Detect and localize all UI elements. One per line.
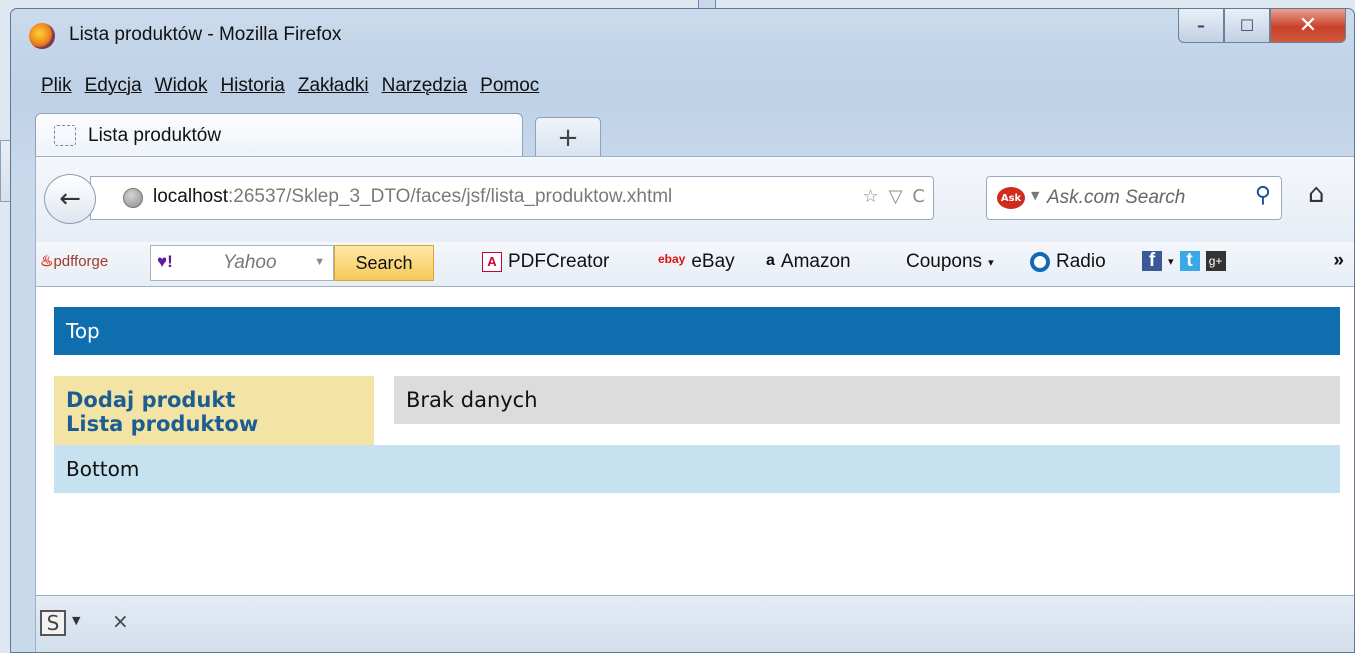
menu-historia[interactable]: Historia (220, 75, 284, 97)
url-bar[interactable]: localhost:26537/Sklep_3_DTO/faces/jsf/li… (90, 176, 934, 220)
menu-widok[interactable]: Widok (155, 75, 208, 97)
toolbar-overflow-icon[interactable]: » (1333, 250, 1344, 272)
reload-icon[interactable]: C (912, 186, 925, 207)
ask-logo-icon[interactable]: Ask (997, 187, 1025, 209)
page-left-menu: Dodaj produkt Lista produktow (54, 376, 374, 445)
bookmark-label: Radio (1056, 251, 1106, 272)
social-buttons: f ▾ t g+ (1142, 251, 1226, 271)
bookmark-radio[interactable]: Radio (1030, 251, 1106, 273)
search-go-icon[interactable]: ⚲ (1255, 183, 1271, 208)
social-dropdown-icon[interactable]: ▾ (1168, 255, 1174, 268)
bookmark-star-icon[interactable]: ☆ (862, 186, 878, 207)
bookmark-label: Coupons (906, 251, 983, 272)
lista-produktow-link[interactable]: Lista produktow (66, 412, 362, 436)
search-placeholder: Ask.com Search (1047, 187, 1186, 208)
home-icon[interactable]: ⌂ (1308, 179, 1325, 209)
menu-bar: Plik Edycja Widok Historia Zakładki Narz… (41, 75, 539, 97)
menu-edycja[interactable]: Edycja (85, 75, 142, 97)
dodaj-produkt-link[interactable]: Dodaj produkt (66, 388, 362, 412)
navigation-bar: localhost:26537/Sklep_3_DTO/faces/jsf/li… (35, 156, 1354, 243)
search-engine-dropdown-icon[interactable]: ▼ (1031, 189, 1039, 202)
history-dropdown-icon[interactable]: ▽ (889, 186, 903, 207)
bookmark-ebay[interactable]: ebay eBay (658, 251, 735, 273)
url-host: localhost (153, 186, 228, 207)
twitter-icon[interactable]: t (1179, 251, 1200, 271)
pdfforge-logo[interactable]: ♨pdfforge (40, 252, 108, 270)
minimize-button[interactable]: – (1178, 9, 1224, 43)
back-button[interactable]: ← (44, 174, 96, 224)
radio-icon (1030, 252, 1050, 272)
bookmark-amazon[interactable]: a Amazon (766, 251, 851, 273)
status-bar: S ▼ × (35, 595, 1354, 652)
close-addon-bar-icon[interactable]: × (112, 609, 129, 633)
window-controls: – ☐ ✕ (1178, 9, 1346, 45)
yahoo-placeholder: Yahoo (223, 252, 277, 273)
bookmarks-toolbar: ♨pdfforge ♥! Yahoo ▼ Search A PDFCreator… (35, 242, 1354, 287)
yahoo-search-input[interactable]: ♥! Yahoo ▼ (150, 245, 334, 281)
url-path: :26537/Sklep_3_DTO/faces/jsf/lista_produ… (228, 186, 673, 207)
site-identity-icon[interactable] (123, 188, 143, 208)
s-addon-icon[interactable]: S (40, 610, 66, 636)
tab-lista-produktow[interactable]: Lista produktów (35, 113, 523, 157)
page-content: Top Dodaj produkt Lista produktow Brak d… (35, 287, 1354, 595)
yahoo-logo-icon: ♥! (157, 252, 173, 271)
maximize-button[interactable]: ☐ (1224, 9, 1270, 43)
yahoo-dropdown-icon[interactable]: ▼ (314, 256, 325, 268)
ebay-icon: ebay (658, 252, 686, 266)
menu-zakladki[interactable]: Zakładki (298, 75, 369, 97)
tab-strip: Lista produktów + (35, 113, 1354, 157)
page-top-header: Top (54, 307, 1340, 355)
s-addon-dropdown-icon[interactable]: ▼ (72, 614, 80, 627)
search-box[interactable]: Ask ▼ Ask.com Search ⚲ (986, 176, 1282, 220)
bookmark-coupons[interactable]: Coupons ▾ (906, 251, 994, 273)
page-placeholder-icon (54, 125, 76, 146)
menu-pomoc[interactable]: Pomoc (480, 75, 539, 97)
pdf-icon: A (482, 252, 502, 272)
menu-narzedzia[interactable]: Narzędzia (382, 75, 468, 97)
bookmark-pdfcreator[interactable]: A PDFCreator (482, 251, 609, 273)
bookmark-label: PDFCreator (508, 251, 610, 272)
yahoo-search-button[interactable]: Search (334, 245, 434, 281)
coupons-dropdown-icon: ▾ (988, 256, 994, 269)
pdfforge-icon: ♨ (40, 253, 54, 270)
bookmark-label: eBay (691, 251, 735, 272)
window-title: Lista produktów - Mozilla Firefox (69, 24, 342, 45)
close-button[interactable]: ✕ (1270, 9, 1346, 43)
tab-label: Lista produktów (88, 125, 222, 146)
firefox-logo-icon (29, 23, 55, 49)
menu-plik[interactable]: Plik (41, 75, 72, 97)
page-bottom-footer: Bottom (54, 445, 1340, 493)
title-bar: Lista produktów - Mozilla Firefox – ☐ ✕ (11, 9, 1354, 65)
url-bar-icons: ☆ ▽ C (862, 186, 925, 207)
url-text[interactable]: localhost:26537/Sklep_3_DTO/faces/jsf/li… (153, 186, 672, 208)
pdfforge-label: pdfforge (53, 253, 109, 270)
new-tab-button[interactable]: + (535, 117, 601, 157)
page-main-content: Brak danych (394, 376, 1340, 424)
bookmark-label: Amazon (780, 251, 851, 272)
amazon-icon: a (766, 252, 775, 269)
browser-window: Lista produktów - Mozilla Firefox – ☐ ✕ … (10, 8, 1355, 653)
google-plus-icon[interactable]: g+ (1205, 251, 1226, 271)
facebook-icon[interactable]: f (1142, 251, 1162, 271)
